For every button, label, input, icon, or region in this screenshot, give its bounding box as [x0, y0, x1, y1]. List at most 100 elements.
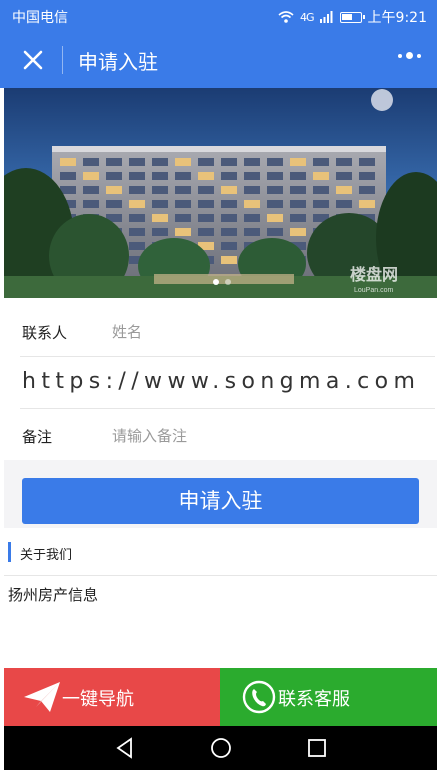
building-window [221, 242, 237, 250]
building-window [267, 158, 283, 166]
paper-plane-icon [24, 682, 60, 712]
building-window [175, 228, 191, 236]
carrier-name: 中国电信 [12, 10, 68, 26]
building-window [221, 214, 237, 222]
building-window [83, 158, 99, 166]
building-window [244, 200, 260, 208]
home-icon[interactable] [209, 736, 233, 760]
building-window [83, 200, 99, 208]
banner-image: 楼盘网 LouPan.com [4, 88, 437, 298]
building-window [336, 172, 352, 180]
contact-label: 联系人 [22, 324, 68, 342]
building-window [106, 158, 122, 166]
building-window [198, 214, 214, 222]
navigate-button[interactable]: 一键导航 [4, 668, 220, 726]
recents-icon[interactable] [306, 736, 328, 760]
clock: 上午9:21 [367, 10, 427, 26]
more-icon[interactable] [398, 52, 421, 59]
building-window [221, 256, 237, 264]
building-window [244, 228, 260, 236]
building-window [152, 186, 168, 194]
building-window [129, 242, 145, 250]
signal-icon [319, 11, 333, 23]
carousel-dot[interactable] [213, 279, 219, 285]
building-window [313, 158, 329, 166]
building-window [152, 158, 168, 166]
building-window [244, 214, 260, 222]
building-window [129, 186, 145, 194]
system-navigation-bar [4, 726, 437, 770]
carousel-dot[interactable] [225, 279, 231, 285]
building-window [152, 228, 168, 236]
building-window [198, 200, 214, 208]
battery-icon [339, 11, 365, 23]
building-window [267, 200, 283, 208]
building-window [336, 186, 352, 194]
building-window [83, 172, 99, 180]
building-window [244, 158, 260, 166]
building-window [175, 172, 191, 180]
building-window [152, 214, 168, 222]
banner-watermark-sub: LouPan.com [354, 287, 393, 294]
building-window [175, 186, 191, 194]
navigate-label: 一键导航 [62, 689, 134, 710]
page-title: 申请入驻 [78, 50, 158, 74]
building-window [198, 158, 214, 166]
building-window [359, 186, 375, 194]
building-window [221, 172, 237, 180]
building-window [129, 158, 145, 166]
note-label: 备注 [22, 428, 53, 446]
building-window [129, 200, 145, 208]
phone-icon [242, 680, 276, 714]
building-window [290, 158, 306, 166]
building-window [106, 200, 122, 208]
title-divider [62, 46, 63, 74]
banner-carousel[interactable]: 楼盘网 LouPan.com [4, 88, 437, 298]
building-window [198, 228, 214, 236]
note-row: 备注 [20, 409, 435, 461]
url-row: https://www.songma.com [20, 357, 435, 409]
building-window [152, 172, 168, 180]
building-window [290, 172, 306, 180]
section-accent-bar [8, 542, 11, 562]
bottom-action-bar: 一键导航 联系客服 [4, 668, 437, 726]
contact-service-button[interactable]: 联系客服 [220, 668, 437, 726]
banner-watermark: 楼盘网 [350, 265, 398, 284]
status-icons: 4G 上午9:21 [278, 7, 427, 27]
building-window [129, 228, 145, 236]
building-window [336, 200, 352, 208]
building-window [221, 228, 237, 236]
signal-label: 4G [300, 10, 314, 24]
building-window [244, 172, 260, 180]
building-window [359, 158, 375, 166]
building-window [175, 214, 191, 222]
about-content: 扬州房产信息 [8, 586, 99, 604]
building-window [267, 228, 283, 236]
note-input[interactable] [112, 423, 412, 449]
close-icon[interactable] [18, 45, 48, 75]
building-window [175, 158, 191, 166]
building-window [290, 200, 306, 208]
back-icon[interactable] [114, 736, 136, 760]
contact-name-input[interactable] [112, 319, 412, 345]
building-window [313, 200, 329, 208]
status-bar: 中国电信 4G 上午9:21 [0, 0, 437, 32]
about-divider [4, 575, 437, 576]
building-window [359, 172, 375, 180]
apply-button[interactable]: 申请入驻 [22, 478, 419, 524]
building-window [290, 186, 306, 194]
building-window [198, 186, 214, 194]
building-window [152, 200, 168, 208]
building-window [313, 186, 329, 194]
building-window [106, 186, 122, 194]
contact-row: 联系人 [20, 305, 435, 357]
building-window [221, 186, 237, 194]
building-window [313, 172, 329, 180]
building-window [221, 200, 237, 208]
title-bar: 申请入驻 [0, 32, 437, 88]
building-window [244, 186, 260, 194]
building-window [359, 200, 375, 208]
contact-service-label: 联系客服 [278, 689, 350, 710]
building-window [60, 158, 76, 166]
building-window [175, 200, 191, 208]
